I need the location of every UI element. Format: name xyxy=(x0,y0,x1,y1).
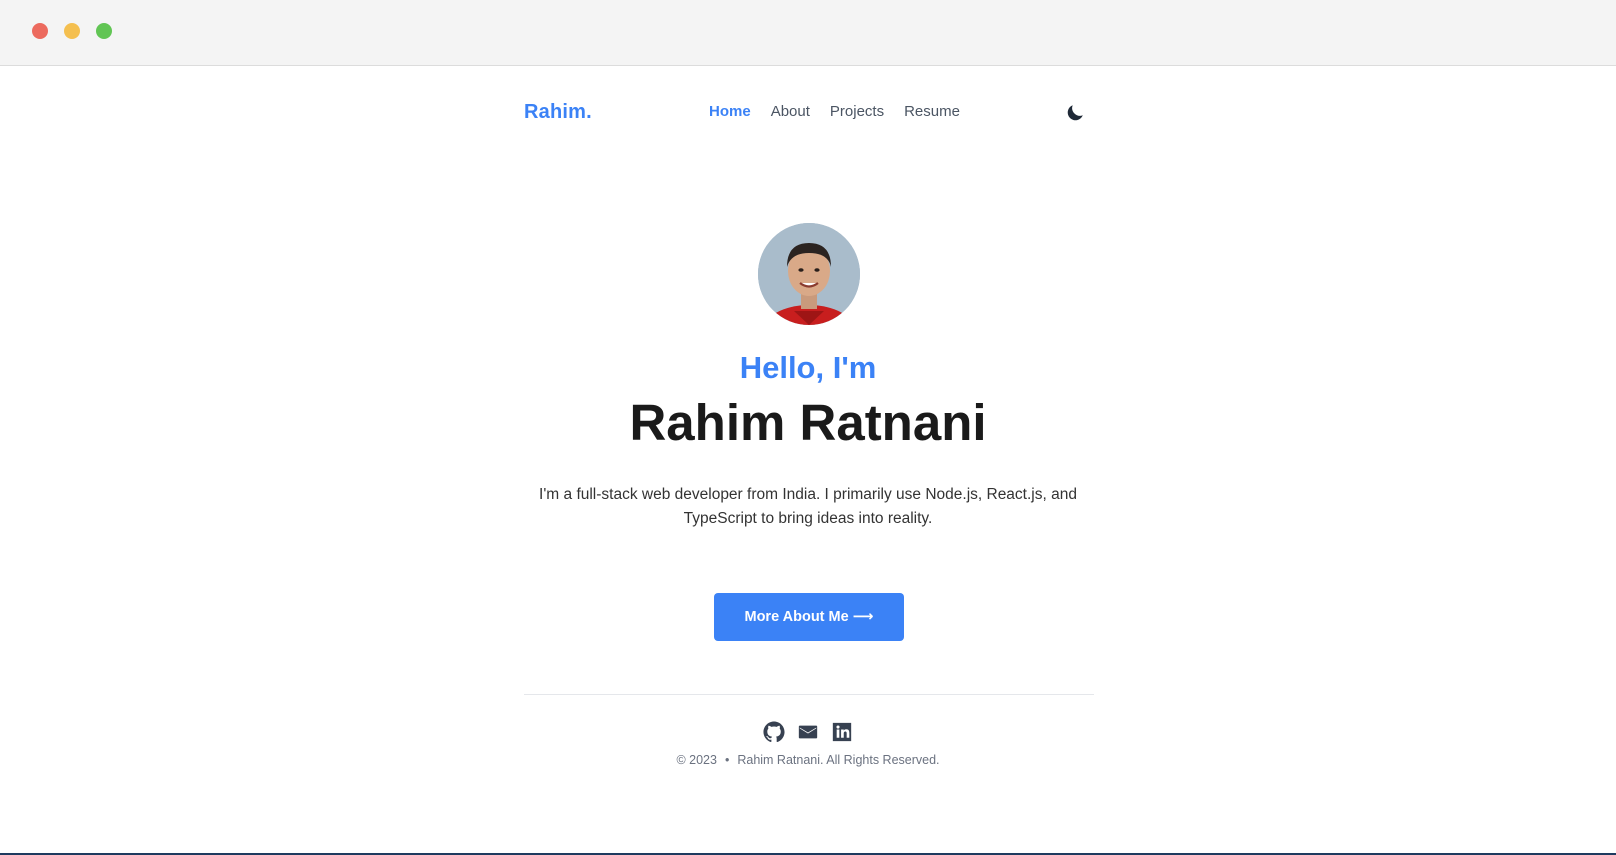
minimize-window-button[interactable] xyxy=(64,23,80,39)
arrow-right-icon: ⟶ xyxy=(852,609,874,625)
copyright-year: © 2023 xyxy=(676,753,717,767)
nav-link-home[interactable]: Home xyxy=(709,97,751,127)
top-navigation: Rahim. Home About Projects Resume xyxy=(524,97,1094,127)
mail-icon[interactable] xyxy=(797,721,819,743)
browser-titlebar xyxy=(0,0,1616,66)
close-window-button[interactable] xyxy=(32,23,48,39)
profile-avatar xyxy=(758,223,860,325)
maximize-window-button[interactable] xyxy=(96,23,112,39)
nav-link-resume[interactable]: Resume xyxy=(904,97,960,127)
cta-label: More About Me xyxy=(744,609,849,625)
site-logo[interactable]: Rahim. xyxy=(524,97,592,127)
hero-name: Rahim Ratnani xyxy=(629,394,987,451)
copyright-separator: • xyxy=(724,753,730,767)
nav-link-about[interactable]: About xyxy=(771,97,810,127)
copyright-rights: Rahim Ratnani. All Rights Reserved. xyxy=(737,753,940,767)
nav-links: Home About Projects Resume xyxy=(709,97,960,127)
nav-link-projects[interactable]: Projects xyxy=(830,97,884,127)
moon-icon[interactable] xyxy=(1064,102,1086,124)
more-about-me-button[interactable]: More About Me ⟶ xyxy=(714,593,904,641)
hero-bio: I'm a full-stack web developer from Indi… xyxy=(539,486,1077,527)
hero-greeting: Hello, I'm xyxy=(739,350,877,385)
github-icon[interactable] xyxy=(763,721,785,743)
footer-divider xyxy=(524,694,1094,695)
linkedin-icon[interactable] xyxy=(831,721,853,743)
copyright-text: © 2023 • Rahim Ratnani. All Rights Reserve… xyxy=(0,751,1616,769)
social-links xyxy=(0,721,1616,743)
page-content: Rahim. Home About Projects Resume Hello,… xyxy=(0,67,1616,853)
